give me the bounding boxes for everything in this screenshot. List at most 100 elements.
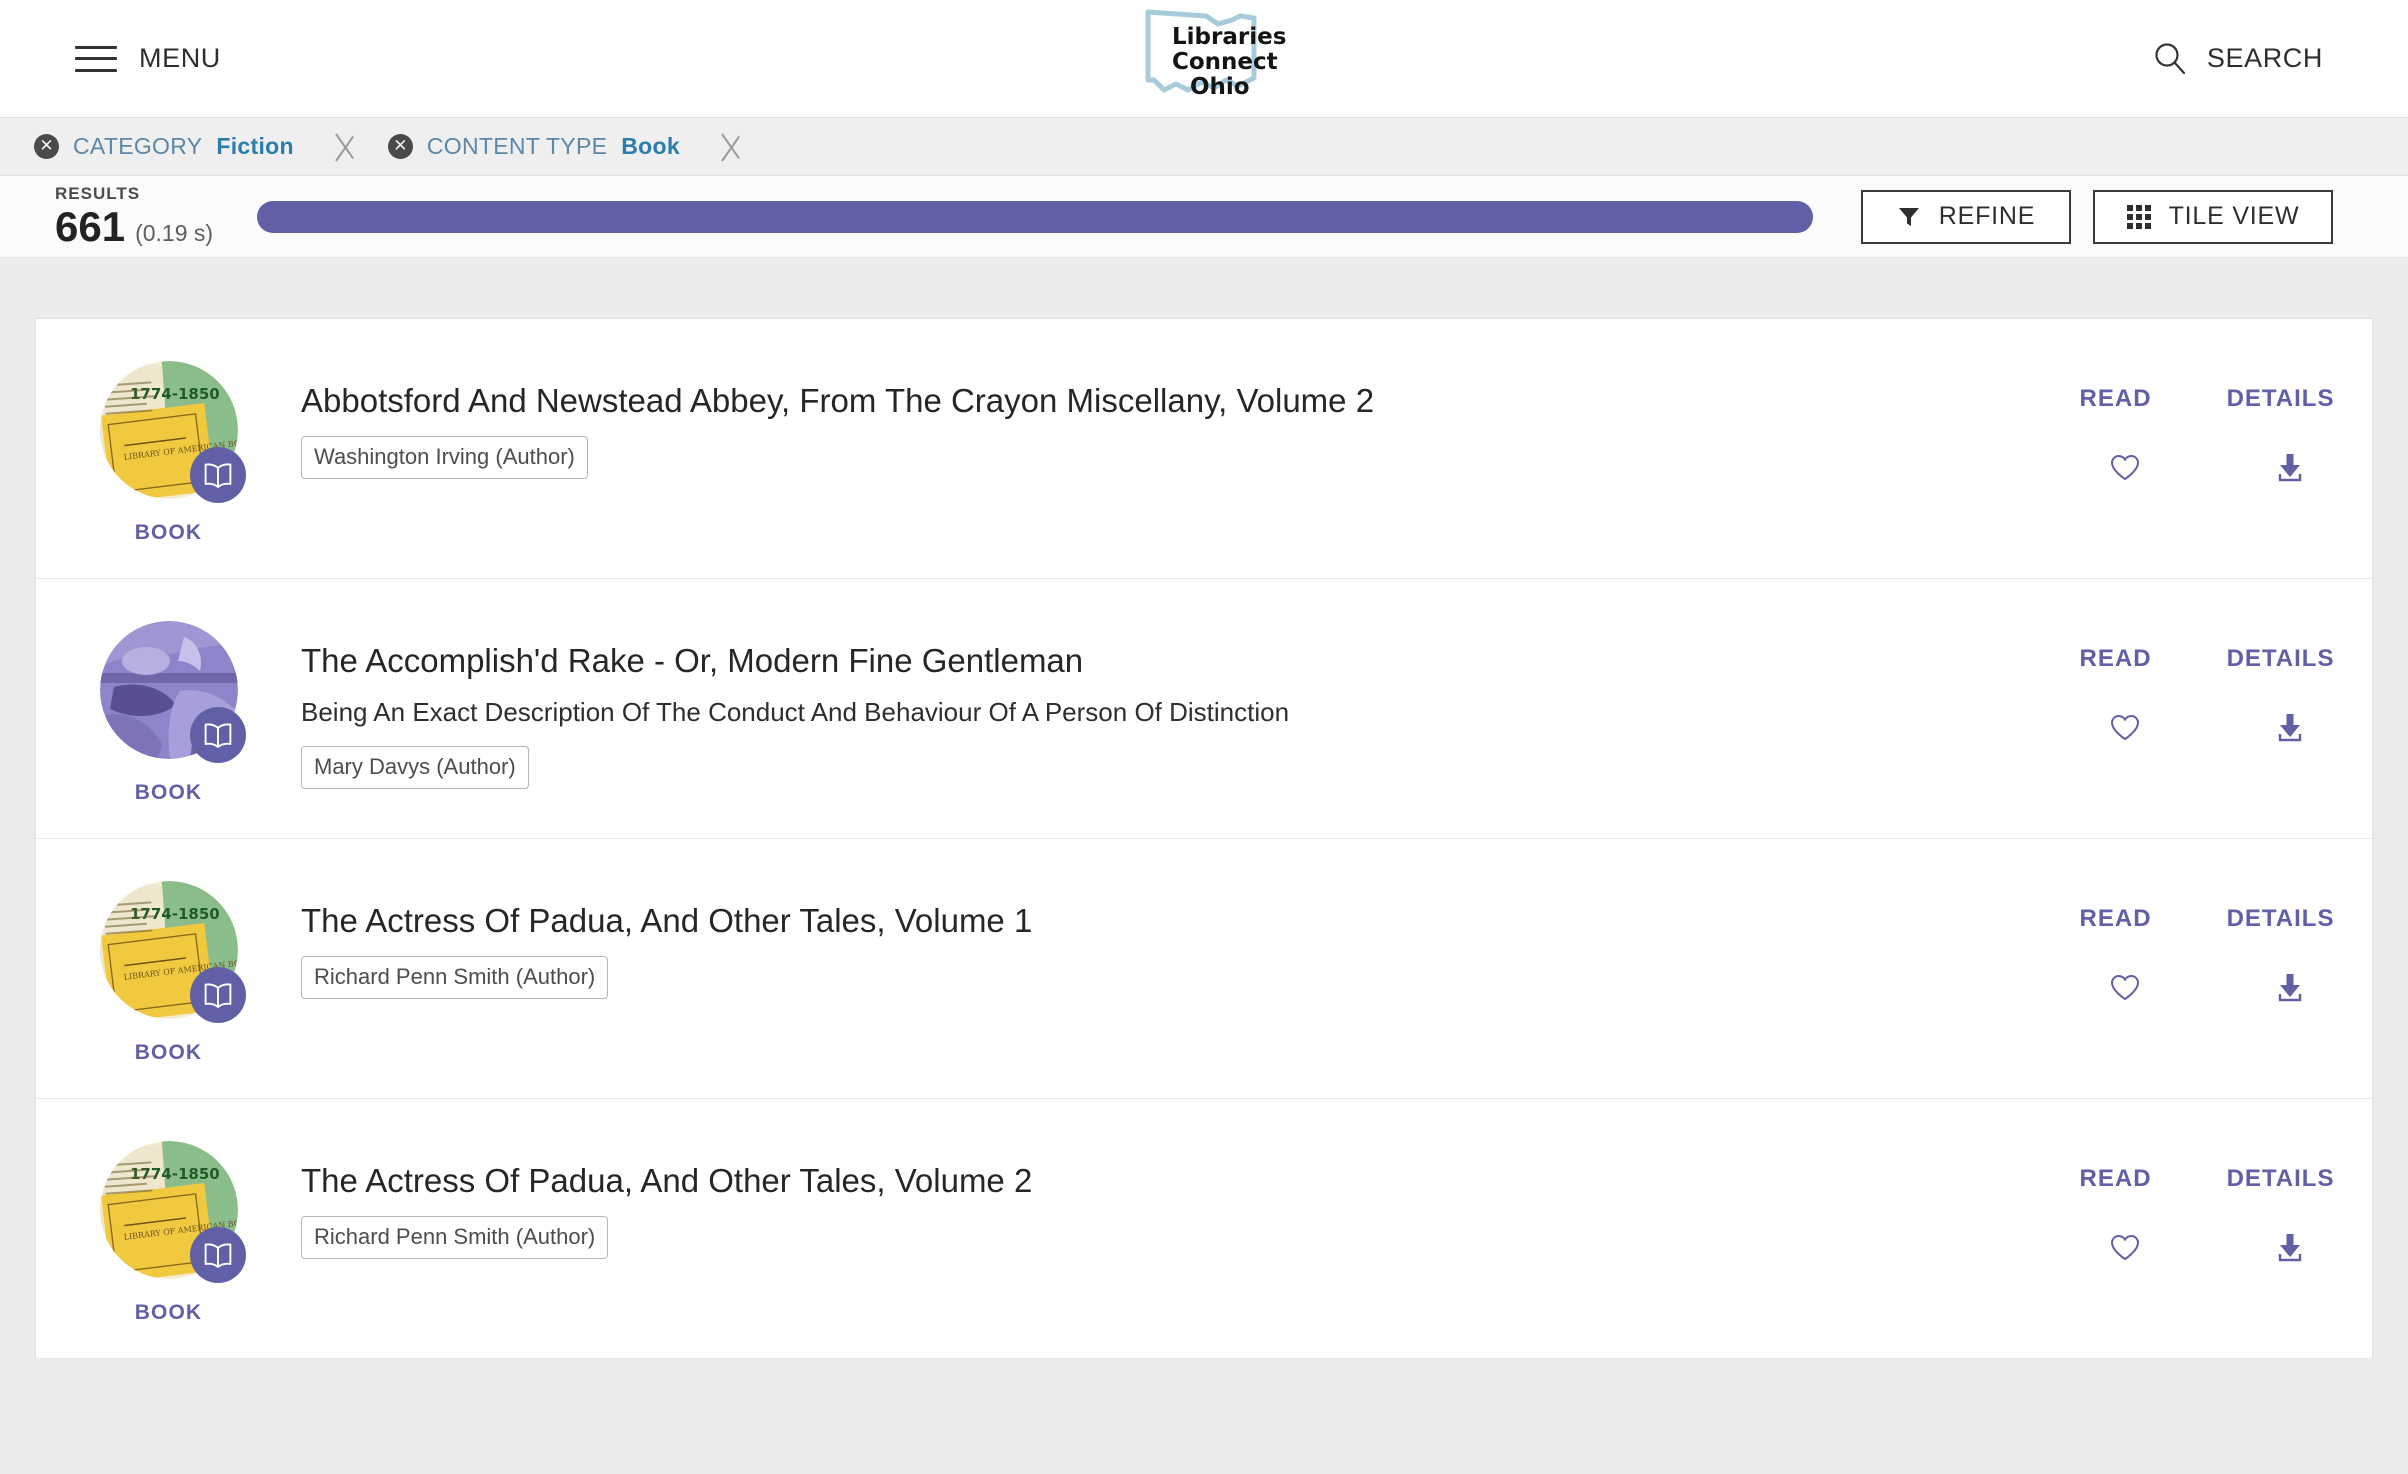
result-subtitle: Being An Exact Description Of The Conduc… [301,696,1290,727]
result-title[interactable]: The Actress Of Padua, And Other Tales, V… [301,901,2012,942]
result-thumbnail-column: 1774-1850 LIBRARY OF AMERICAN BOOKS. BOO… [36,355,301,545]
download-icon [2278,714,2301,742]
content-type-badge [189,967,246,1023]
filter-funnel-icon [1898,207,1919,226]
result-thumbnail-column: 1774-1850 LIBRARY OF AMERICAN BOOKS. BOO… [36,875,301,1065]
refine-button[interactable]: REFINE [1861,189,2071,244]
read-link[interactable]: READ [2080,385,2152,413]
results-summary-bar: RESULTS 661 (0.19 s) REFINE TILE VIEW [0,176,2408,258]
content-type-label: BOOK [134,781,203,804]
result-actions-column: READ DETAILS [2042,875,2372,1007]
result-actions-column: READ DETAILS [2042,1135,2372,1267]
filter-chip-key: CONTENT TYPE [426,133,608,159]
read-link[interactable]: READ [2080,905,2152,933]
open-book-icon [204,463,231,488]
download-icon [2278,454,2301,482]
download-button[interactable] [2267,1227,2313,1267]
author-chip[interactable]: Mary Davys (Author) [301,745,529,789]
heart-icon [2110,974,2139,1000]
thumbnail-wrapper[interactable]: 1774-1850 LIBRARY OF AMERICAN BOOKS. [99,1141,246,1283]
details-link[interactable]: DETAILS [2227,645,2335,673]
results-area: 1774-1850 LIBRARY OF AMERICAN BOOKS. BOO… [0,258,2408,1472]
tile-view-button-label: TILE VIEW [2168,202,2300,230]
favorite-button[interactable] [2102,707,2148,747]
author-chip[interactable]: Richard Penn Smith (Author) [301,1215,609,1259]
logo-line-1: Libraries [1172,24,1286,50]
result-title[interactable]: Abbotsford And Newstead Abbey, From The … [301,381,2012,422]
download-button[interactable] [2267,447,2313,487]
result-row[interactable]: 1774-1850 LIBRARY OF AMERICAN BOOKS. BOO… [36,1099,2372,1359]
result-info-column: The Accomplish'd Rake - Or, Modern Fine … [301,615,2042,789]
svg-text:1774-1850: 1774-1850 [130,1165,220,1183]
breadcrumb-chevron-icon [722,118,748,176]
brand-logo[interactable]: Libraries Connect Ohio [1114,6,1294,110]
content-type-label: BOOK [134,1041,203,1064]
menu-button-label: MENU [139,43,221,73]
result-primary-actions: READ DETAILS [2042,385,2372,413]
tile-view-button[interactable]: TILE VIEW [2093,189,2333,244]
results-meta: RESULTS 661 (0.19 s) [55,185,245,248]
results-query-time: (0.19 s) [135,220,214,246]
heart-icon [2110,1234,2139,1260]
details-link[interactable]: DETAILS [2227,1165,2335,1193]
filter-chip-key: CATEGORY [73,133,203,159]
close-circle-icon[interactable]: ✕ [34,134,59,159]
result-row[interactable]: BOOK The Accomplish'd Rake - Or, Modern … [36,579,2372,839]
favorite-button[interactable] [2102,447,2148,487]
site-header: MENU Libraries Connect Ohio SEARCH [0,0,2408,118]
read-link[interactable]: READ [2080,1165,2152,1193]
filter-chip-content-type[interactable]: ✕ CONTENT TYPE Book [387,118,722,176]
filter-chip-category[interactable]: ✕ CATEGORY Fiction [34,118,336,176]
grid-tiles-icon [2126,204,2151,229]
filter-breadcrumb-bar: ✕ CATEGORY Fiction ✕ CONTENT TYPE Book [0,118,2408,176]
thumbnail-wrapper[interactable] [99,621,246,763]
results-progress-bar [257,200,1813,233]
download-button[interactable] [2267,967,2313,1007]
download-icon [2278,974,2301,1002]
logo-line-2: Connect [1172,49,1278,75]
results-label: RESULTS [55,184,141,203]
results-count-row: 661 (0.19 s) [55,206,245,248]
result-primary-actions: READ DETAILS [2042,1165,2372,1193]
result-secondary-actions [2042,447,2372,487]
download-icon [2278,1234,2301,1262]
author-chip[interactable]: Washington Irving (Author) [301,435,588,479]
heart-icon [2110,454,2139,480]
read-link[interactable]: READ [2080,645,2152,673]
content-type-label: BOOK [134,521,203,544]
author-chip[interactable]: Richard Penn Smith (Author) [301,955,609,999]
search-button-label: SEARCH [2206,43,2323,73]
open-book-icon [204,723,231,748]
content-type-label: BOOK [134,1301,203,1324]
result-row[interactable]: 1774-1850 LIBRARY OF AMERICAN BOOKS. BOO… [36,319,2372,579]
menu-button[interactable]: MENU [75,43,221,74]
svg-text:1774-1850: 1774-1850 [130,905,220,923]
result-info-column: The Actress Of Padua, And Other Tales, V… [301,875,2042,999]
close-circle-icon[interactable]: ✕ [387,134,413,159]
result-title[interactable]: The Actress Of Padua, And Other Tales, V… [301,1161,2012,1202]
result-info-column: Abbotsford And Newstead Abbey, From The … [301,355,2042,479]
download-button[interactable] [2267,707,2313,747]
hamburger-icon [75,45,117,72]
result-row[interactable]: 1774-1850 LIBRARY OF AMERICAN BOOKS. BOO… [36,839,2372,1099]
thumbnail-wrapper[interactable]: 1774-1850 LIBRARY OF AMERICAN BOOKS. [99,361,246,503]
result-title[interactable]: The Accomplish'd Rake - Or, Modern Fine … [301,641,2012,682]
details-link[interactable]: DETAILS [2227,905,2335,933]
content-type-badge [189,447,246,503]
favorite-button[interactable] [2102,1227,2148,1267]
thumbnail-wrapper[interactable]: 1774-1850 LIBRARY OF AMERICAN BOOKS. [99,881,246,1023]
content-type-badge [189,1227,246,1283]
search-button[interactable]: SEARCH [2153,42,2323,76]
result-primary-actions: READ DETAILS [2042,905,2372,933]
result-actions-column: READ DETAILS [2042,615,2372,747]
refine-button-label: REFINE [1938,202,2036,230]
heart-icon [2110,714,2139,740]
result-secondary-actions [2042,967,2372,1007]
result-thumbnail-column: BOOK [36,615,301,805]
result-actions-column: READ DETAILS [2042,355,2372,487]
breadcrumb-chevron-icon [336,118,362,176]
details-link[interactable]: DETAILS [2227,385,2335,413]
result-info-column: The Actress Of Padua, And Other Tales, V… [301,1135,2042,1259]
favorite-button[interactable] [2102,967,2148,1007]
result-primary-actions: READ DETAILS [2042,645,2372,673]
